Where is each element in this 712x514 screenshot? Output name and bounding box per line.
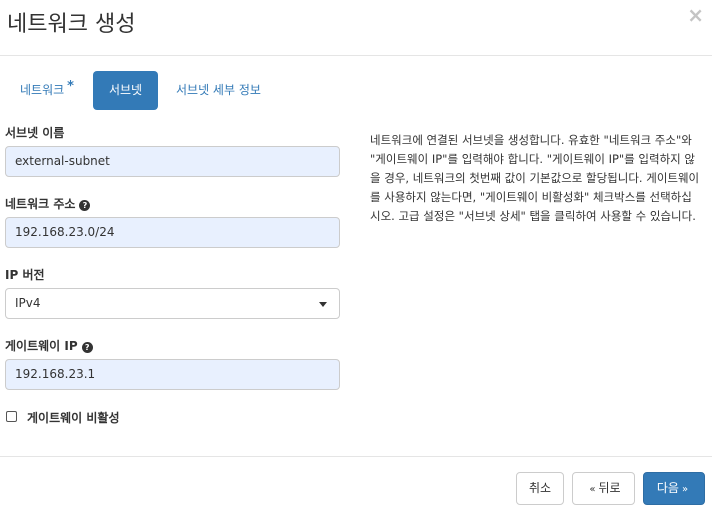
ip-version-label: IP 버전 bbox=[5, 268, 45, 282]
tab-subnet-details[interactable]: 서브넷 세부 정보 bbox=[163, 71, 274, 110]
disable-gateway-checkbox[interactable] bbox=[6, 411, 17, 422]
gateway-ip-label-text: 게이트웨이 IP bbox=[5, 339, 78, 353]
network-address-input[interactable]: 192.168.23.0/24 bbox=[5, 217, 340, 248]
gateway-ip-input[interactable]: 192.168.23.1 bbox=[5, 359, 340, 390]
subnet-name-label: 서브넷 이름 bbox=[5, 126, 65, 140]
wizard-tabs: 네트워크 * 서브넷 서브넷 세부 정보 bbox=[7, 71, 337, 110]
dialog-footer: 취소 «뒤로 다음» bbox=[0, 456, 712, 514]
back-button[interactable]: «뒤로 bbox=[572, 472, 635, 505]
help-icon[interactable]: ? bbox=[81, 342, 93, 353]
caret-down-icon bbox=[319, 302, 327, 307]
next-arrow-icon: » bbox=[681, 484, 689, 495]
ip-version-select[interactable]: IPv4 bbox=[5, 288, 340, 319]
ip-version-value: IPv4 bbox=[15, 296, 41, 310]
subnet-name-input[interactable]: external-subnet bbox=[5, 146, 340, 177]
help-text: 네트워크에 연결된 서브넷을 생성합니다. 유효한 "네트워크 주소"와 "게이… bbox=[370, 133, 700, 223]
tab-network-label: 네트워크 bbox=[20, 83, 65, 97]
cancel-button[interactable]: 취소 bbox=[516, 472, 564, 505]
disable-gateway-label: 게이트웨이 비활성 bbox=[27, 411, 120, 425]
tab-network[interactable]: 네트워크 * bbox=[7, 71, 87, 110]
next-button[interactable]: 다음» bbox=[643, 472, 705, 505]
help-icon[interactable]: ? bbox=[79, 200, 91, 211]
tab-subnet[interactable]: 서브넷 bbox=[93, 71, 158, 110]
dialog-header: 네트워크 생성 × bbox=[0, 0, 712, 56]
network-address-label: 네트워크 주소? bbox=[5, 195, 91, 212]
required-mark: * bbox=[67, 79, 74, 94]
next-button-label: 다음 bbox=[656, 481, 679, 495]
network-address-label-text: 네트워크 주소 bbox=[5, 197, 76, 211]
close-icon[interactable]: × bbox=[687, 4, 704, 26]
back-button-label: 뒤로 bbox=[598, 481, 621, 495]
back-arrow-icon: « bbox=[589, 484, 596, 495]
dialog-title: 네트워크 생성 bbox=[7, 12, 136, 37]
gateway-ip-label: 게이트웨이 IP? bbox=[5, 337, 93, 354]
